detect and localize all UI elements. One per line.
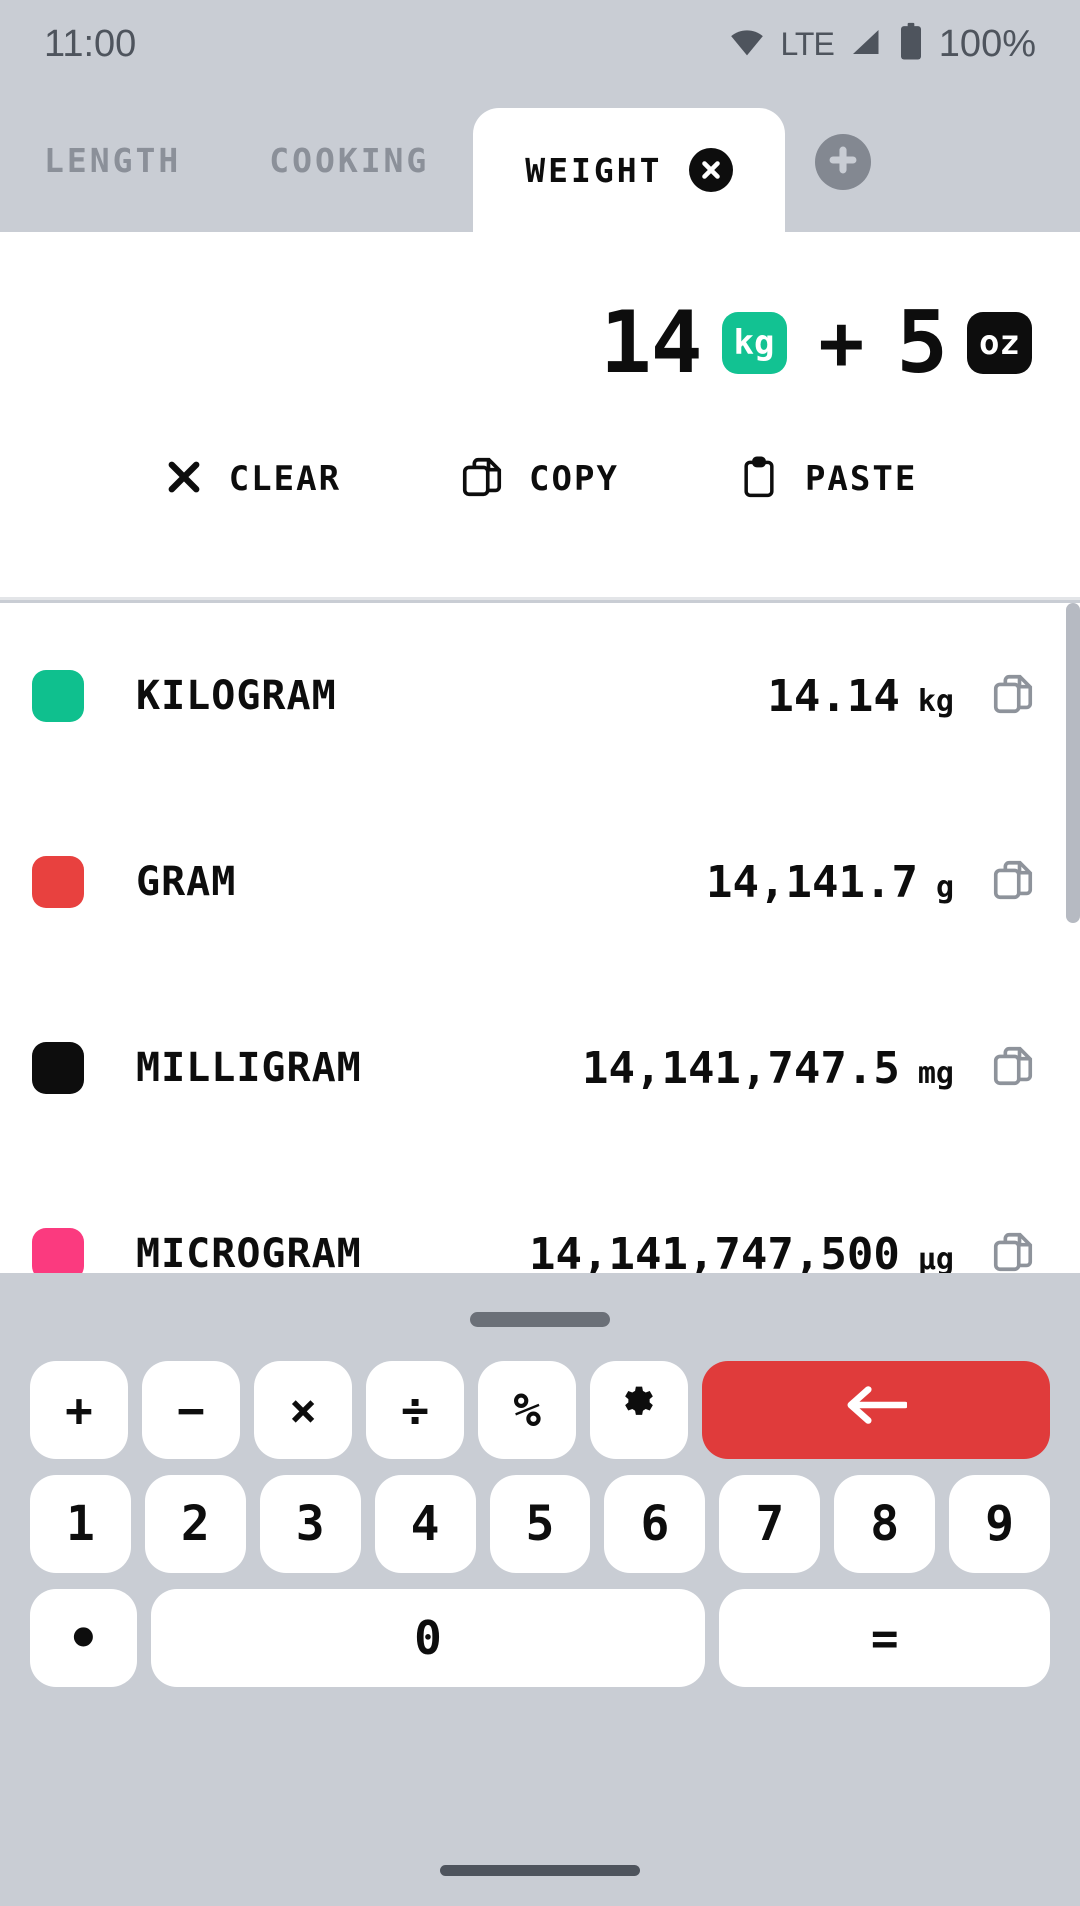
table-row[interactable]: MICROGRAM 14,141,747,500 µg (0, 1161, 1080, 1273)
table-row[interactable]: GRAM 14,141.7 g (0, 789, 1080, 975)
unit-symbol: kg (917, 683, 954, 719)
tab-weight[interactable]: WEIGHT (473, 108, 785, 232)
tab-cooking[interactable]: COOKING (225, 88, 473, 232)
battery-percent-label: 100% (938, 22, 1036, 65)
wifi-icon (727, 22, 767, 66)
unit-value: 14,141,747.5 (581, 1042, 900, 1094)
plus-icon (826, 143, 860, 181)
copy-label: COPY (529, 459, 619, 499)
unit-name: KILOGRAM (136, 673, 337, 719)
status-clock: 11:00 (44, 22, 137, 65)
status-indicators: LTE 100% (727, 22, 1036, 66)
keypad-panel: + − × ÷ % 1 2 3 4 5 6 7 8 9 • 0 = (0, 1273, 1080, 1906)
scrollbar-thumb[interactable] (1066, 603, 1080, 923)
close-icon[interactable] (688, 148, 733, 192)
backspace-arrow-icon (845, 1383, 909, 1437)
system-navigation-bar (0, 1834, 1080, 1906)
x-mark-icon (163, 456, 205, 502)
keypad-row-numbers: 1 2 3 4 5 6 7 8 9 (0, 1475, 1080, 1573)
expression-term1-value: 14 (599, 293, 703, 393)
key-multiply[interactable]: × (254, 1361, 353, 1459)
tab-bar: LENGTH COOKING WEIGHT (0, 88, 1080, 232)
table-row[interactable]: KILOGRAM 14.14 kg (0, 603, 1080, 789)
list-scrollbar[interactable] (1066, 603, 1080, 1273)
key-6[interactable]: 6 (604, 1475, 706, 1573)
key-4[interactable]: 4 (374, 1475, 476, 1573)
key-minus[interactable]: − (142, 1361, 241, 1459)
keypad-drag-handle[interactable] (470, 1312, 610, 1327)
copy-icon[interactable] (990, 671, 1036, 721)
clear-button[interactable]: CLEAR (163, 456, 341, 502)
keypad-row-operators: + − × ÷ % (0, 1361, 1080, 1459)
key-settings[interactable] (590, 1361, 689, 1459)
battery-icon (896, 22, 926, 66)
unit-symbol: µg (917, 1241, 954, 1274)
expression-row[interactable]: 14 kg + 5 oz (600, 300, 1032, 386)
key-3[interactable]: 3 (259, 1475, 361, 1573)
app-root: 11:00 LTE 100% LENGTH COOKING WEIGHT 14 … (0, 0, 1080, 1906)
color-swatch (32, 856, 84, 908)
conversion-list[interactable]: KILOGRAM 14.14 kg GRAM 14,141.7 g MILLIG… (0, 603, 1080, 1273)
key-equals[interactable]: = (719, 1589, 1051, 1687)
expression-operator: + (818, 298, 865, 387)
table-row[interactable]: MILLIGRAM 14,141,747.5 mg (0, 975, 1080, 1161)
unit-value: 14,141,747,500 (529, 1228, 900, 1274)
key-percent[interactable]: % (478, 1361, 577, 1459)
unit-name: MILLIGRAM (136, 1045, 362, 1091)
unit-symbol: g (935, 869, 954, 905)
key-8[interactable]: 8 (834, 1475, 936, 1573)
action-bar: CLEAR COPY PASTE (0, 454, 1080, 504)
unit-value: 14.14 (767, 670, 900, 722)
tab-label: LENGTH (44, 140, 182, 180)
clear-label: CLEAR (228, 459, 342, 499)
expression-term2-value: 5 (896, 293, 948, 393)
color-swatch (32, 1042, 84, 1094)
tab-length[interactable]: LENGTH (0, 88, 225, 232)
unit-name: GRAM (136, 859, 237, 905)
tab-label: WEIGHT (525, 150, 663, 190)
color-swatch (32, 670, 84, 722)
key-9[interactable]: 9 (949, 1475, 1051, 1573)
key-divide[interactable]: ÷ (366, 1361, 465, 1459)
unit-measure: 14.14 kg (767, 671, 954, 722)
copy-icon (459, 454, 505, 504)
cell-signal-icon (847, 24, 883, 64)
key-decimal[interactable]: • (30, 1589, 137, 1687)
add-tab-button[interactable] (814, 134, 871, 190)
copy-icon[interactable] (990, 1043, 1036, 1093)
network-type-label: LTE (780, 25, 834, 62)
paste-label: PASTE (804, 459, 918, 499)
key-7[interactable]: 7 (719, 1475, 821, 1573)
key-1[interactable]: 1 (30, 1475, 131, 1573)
status-bar: 11:00 LTE 100% (0, 0, 1080, 88)
key-plus[interactable]: + (30, 1361, 129, 1459)
home-gesture-pill[interactable] (440, 1864, 640, 1876)
copy-icon[interactable] (990, 857, 1036, 907)
unit-measure: 14,141,747,500 µg (529, 1229, 954, 1274)
copy-button[interactable]: COPY (459, 454, 619, 504)
unit-value: 14,141.7 (706, 856, 918, 908)
paste-button[interactable]: PASTE (737, 455, 917, 503)
key-2[interactable]: 2 (144, 1475, 246, 1573)
display-panel: 14 kg + 5 oz CLEAR COPY PASTE (0, 232, 1080, 600)
expression-term1-unit-chip[interactable]: kg (721, 312, 787, 374)
keypad-row-bottom: • 0 = (0, 1589, 1080, 1687)
expression-term2-unit-chip[interactable]: oz (967, 312, 1032, 374)
tab-label: COOKING (269, 140, 430, 180)
key-zero[interactable]: 0 (150, 1589, 706, 1687)
gear-icon (617, 1383, 661, 1438)
unit-measure: 14,141.7 g (706, 857, 954, 908)
key-backspace[interactable] (702, 1361, 1051, 1459)
clipboard-icon (737, 455, 781, 503)
unit-symbol: mg (917, 1055, 954, 1091)
unit-name: MICROGRAM (136, 1231, 362, 1273)
color-swatch (32, 1228, 84, 1273)
unit-measure: 14,141,747.5 mg (582, 1043, 954, 1094)
copy-icon[interactable] (990, 1229, 1036, 1273)
key-5[interactable]: 5 (489, 1475, 591, 1573)
